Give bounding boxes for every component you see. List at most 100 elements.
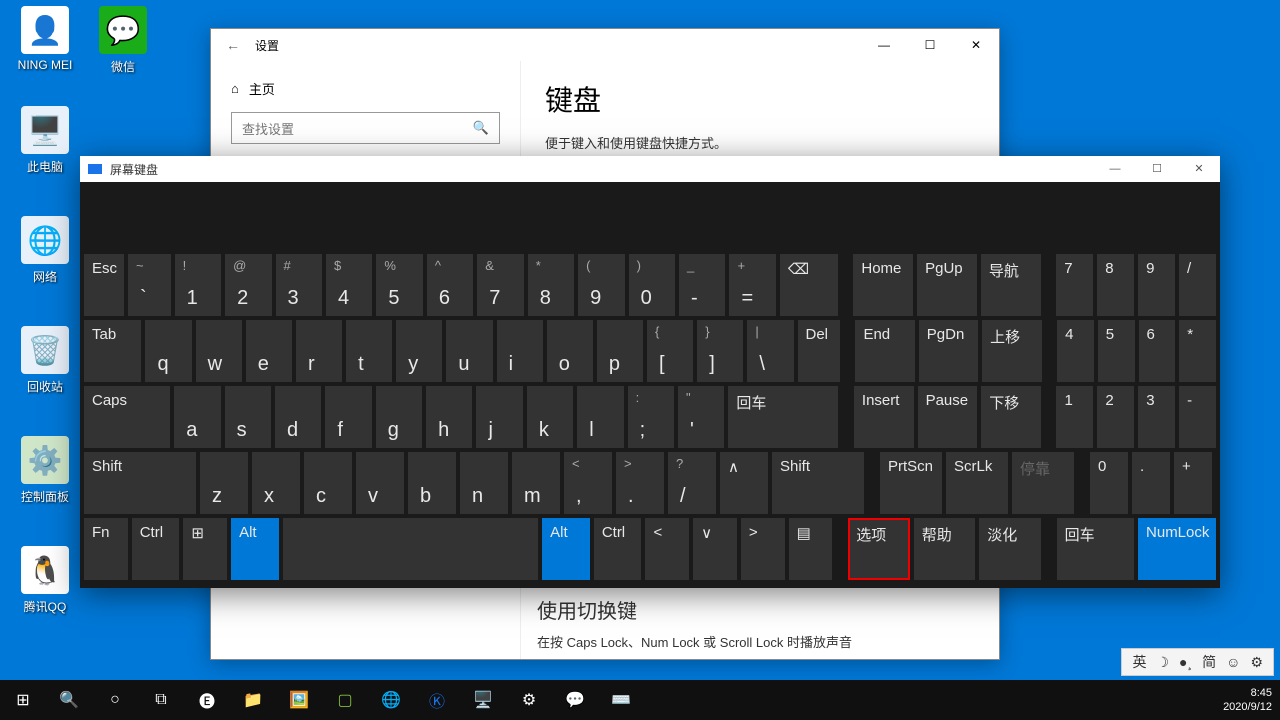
key[interactable]: 1 <box>1056 386 1093 448</box>
key[interactable]: u <box>446 320 492 382</box>
key[interactable]: >. <box>616 452 664 514</box>
key[interactable]: 4 <box>1057 320 1094 382</box>
edge-icon[interactable]: 🅔 <box>184 680 230 720</box>
key[interactable]: Ctrl <box>132 518 180 580</box>
key[interactable]: 7 <box>1056 254 1093 316</box>
key[interactable]: ⌫ <box>780 254 838 316</box>
key[interactable]: |\ <box>747 320 793 382</box>
key[interactable]: Ctrl <box>594 518 642 580</box>
key[interactable]: 停靠 <box>1012 452 1074 514</box>
key[interactable]: ∨ <box>693 518 737 580</box>
key[interactable]: Home <box>853 254 913 316</box>
key[interactable]: e <box>246 320 292 382</box>
key[interactable]: y <box>396 320 442 382</box>
key[interactable]: a <box>174 386 220 448</box>
ime-item[interactable]: ⚙ <box>1250 654 1263 671</box>
key[interactable]: 淡化 <box>979 518 1041 580</box>
cortana-button[interactable]: ○ <box>92 680 138 720</box>
search-button[interactable]: 🔍 <box>46 680 92 720</box>
key[interactable]: Pause <box>918 386 978 448</box>
key[interactable]: ∧ <box>720 452 768 514</box>
key[interactable]: Insert <box>854 386 914 448</box>
key[interactable]: ^6 <box>427 254 473 316</box>
key[interactable]: l <box>577 386 623 448</box>
osk-maximize-button[interactable]: ☐ <box>1136 156 1178 182</box>
back-button[interactable]: ← <box>219 37 247 53</box>
app-icon[interactable]: ▢ <box>322 680 368 720</box>
key[interactable]: :; <box>628 386 674 448</box>
key[interactable]: PgUp <box>917 254 977 316</box>
key[interactable]: . <box>1132 452 1170 514</box>
photos-icon[interactable]: 🖼️ <box>276 680 322 720</box>
maximize-button[interactable]: ☐ <box>907 29 953 61</box>
key[interactable]: t <box>346 320 392 382</box>
key[interactable]: h <box>426 386 472 448</box>
desktop-icon-network[interactable]: 🌐网络 <box>8 216 82 285</box>
key[interactable]: Alt <box>542 518 590 580</box>
minimize-button[interactable]: — <box>861 29 907 61</box>
key[interactable] <box>283 518 538 580</box>
key[interactable]: += <box>729 254 775 316</box>
key[interactable]: o <box>547 320 593 382</box>
ime-item[interactable]: ☽ <box>1156 654 1169 671</box>
key[interactable]: n <box>460 452 508 514</box>
key[interactable]: 6 <box>1139 320 1176 382</box>
wechat-taskbar-icon[interactable]: 💬 <box>552 680 598 720</box>
key[interactable]: ~` <box>128 254 171 316</box>
key[interactable]: Fn <box>84 518 128 580</box>
key[interactable]: {[ <box>647 320 693 382</box>
key[interactable]: * <box>1179 320 1216 382</box>
key[interactable]: ▤ <box>789 518 833 580</box>
key[interactable]: 5 <box>1098 320 1135 382</box>
key[interactable]: > <box>741 518 785 580</box>
key[interactable]: 3 <box>1138 386 1175 448</box>
key[interactable]: 9 <box>1138 254 1175 316</box>
key[interactable]: x <box>252 452 300 514</box>
key[interactable]: + <box>1174 452 1212 514</box>
key[interactable]: <, <box>564 452 612 514</box>
key[interactable]: 下移 <box>981 386 1041 448</box>
key[interactable]: p <box>597 320 643 382</box>
key[interactable]: v <box>356 452 404 514</box>
key[interactable]: #3 <box>276 254 322 316</box>
key[interactable]: @2 <box>225 254 271 316</box>
search-input[interactable]: 查找设置🔍 <box>231 112 500 144</box>
key[interactable]: End <box>855 320 914 382</box>
ime-item[interactable]: 英 <box>1132 652 1146 672</box>
key[interactable]: Alt <box>231 518 279 580</box>
taskview-button[interactable]: ⧉ <box>138 680 184 720</box>
key[interactable]: PrtScn <box>880 452 942 514</box>
key[interactable]: Esc <box>84 254 124 316</box>
key[interactable]: Shift <box>84 452 196 514</box>
key[interactable]: z <box>200 452 248 514</box>
key[interactable]: / <box>1179 254 1216 316</box>
key[interactable]: c <box>304 452 352 514</box>
osk-minimize-button[interactable]: — <box>1094 156 1136 182</box>
key[interactable]: r <box>296 320 342 382</box>
key[interactable]: %5 <box>376 254 422 316</box>
osk-close-button[interactable]: ✕ <box>1178 156 1220 182</box>
key[interactable]: 8 <box>1097 254 1134 316</box>
key[interactable]: 2 <box>1097 386 1134 448</box>
kugou-icon[interactable]: Ⓚ <box>414 680 460 720</box>
key[interactable]: )0 <box>629 254 675 316</box>
vm-icon[interactable]: 🖥️ <box>460 680 506 720</box>
key[interactable]: &7 <box>477 254 523 316</box>
ime-item[interactable]: 简 <box>1202 652 1216 672</box>
key[interactable]: g <box>376 386 422 448</box>
clock[interactable]: 8:45 2020/9/12 <box>1223 686 1272 714</box>
desktop-icon-wechat[interactable]: 💬微信 <box>86 6 160 75</box>
key[interactable]: "' <box>678 386 724 448</box>
key[interactable]: s <box>225 386 271 448</box>
key[interactable]: < <box>645 518 689 580</box>
key[interactable]: $4 <box>326 254 372 316</box>
key[interactable]: ⊞ <box>183 518 227 580</box>
key[interactable]: 帮助 <box>914 518 976 580</box>
key[interactable]: 回车 <box>1057 518 1134 580</box>
key[interactable]: !1 <box>175 254 221 316</box>
key[interactable]: _- <box>679 254 725 316</box>
home-link[interactable]: ⌂主页 <box>231 79 500 98</box>
explorer-icon[interactable]: 📁 <box>230 680 276 720</box>
key[interactable]: (9 <box>578 254 624 316</box>
desktop-icon-recycle[interactable]: 🗑️回收站 <box>8 326 82 395</box>
